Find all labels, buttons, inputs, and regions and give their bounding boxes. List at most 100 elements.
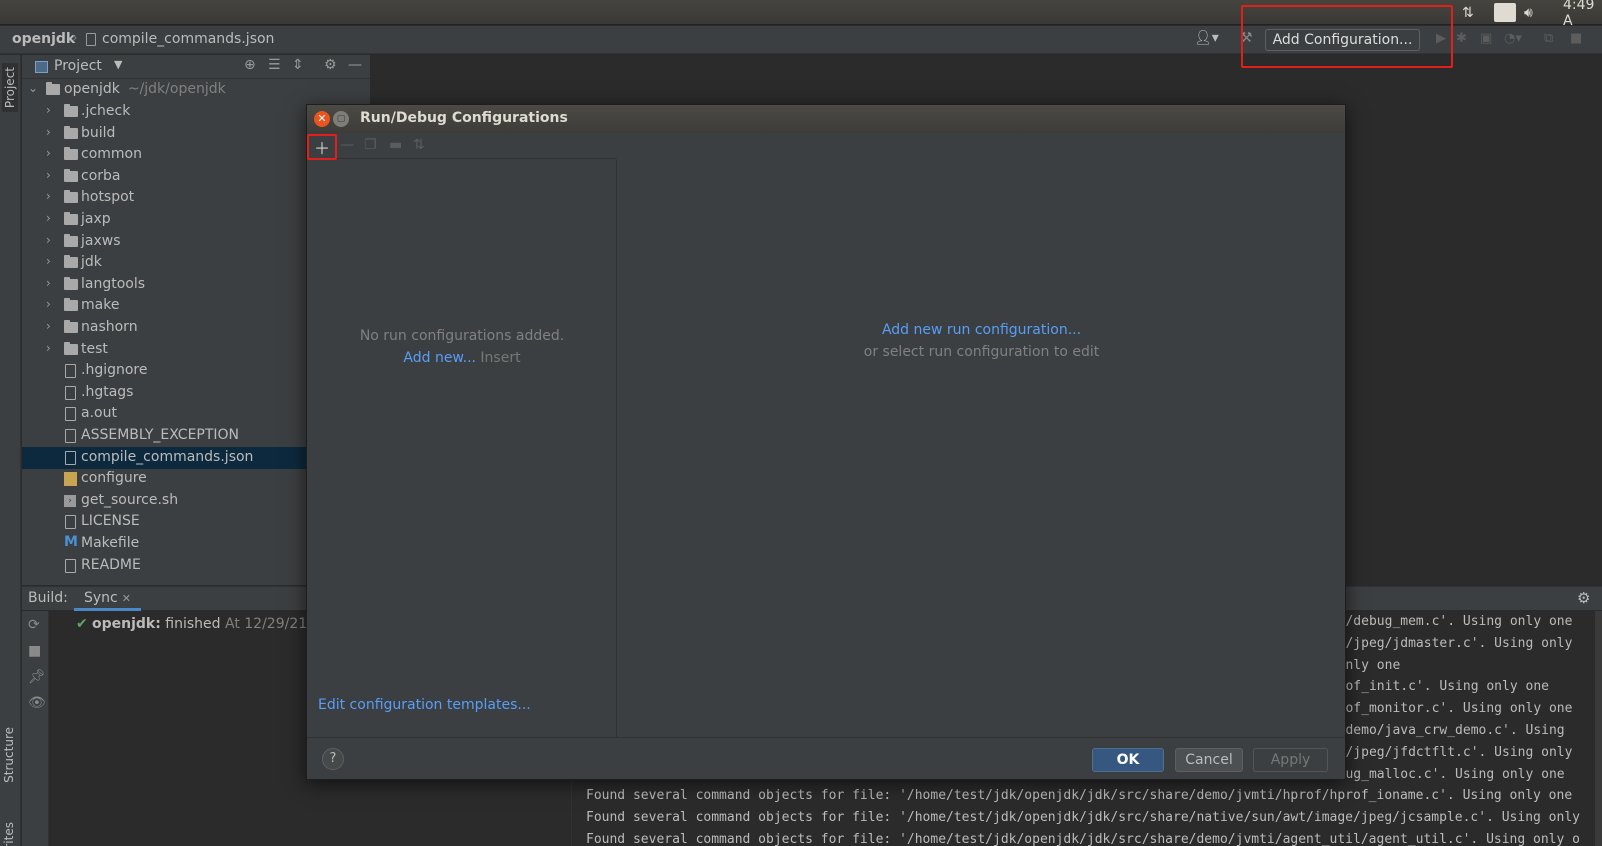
ok-button[interactable]: OK <box>1092 748 1164 772</box>
chevron-right-icon[interactable]: › <box>46 341 51 355</box>
folder-icon <box>46 82 60 95</box>
project-view-title[interactable]: Project <box>54 58 102 74</box>
cancel-button[interactable]: Cancel <box>1175 748 1243 772</box>
build-hammer-icon[interactable]: ⚒ <box>1240 30 1253 46</box>
tree-item-label: .hgignore <box>81 362 148 379</box>
tree-item-label: .hgtags <box>81 383 134 400</box>
apply-button[interactable]: Apply <box>1253 748 1328 772</box>
file-icon <box>65 364 76 379</box>
edit-templates-link[interactable]: Edit configuration templates... <box>318 697 531 713</box>
add-new-run-configuration-text[interactable]: Add new run configuration... <box>882 322 1081 338</box>
add-new-run-configuration-link: Add new run configuration... <box>618 322 1345 338</box>
remove-icon[interactable]: — <box>340 137 354 153</box>
minimize-icon[interactable]: — <box>348 57 362 73</box>
stop-icon[interactable]: ■ <box>28 643 41 659</box>
chevron-right-icon[interactable]: › <box>46 254 51 268</box>
help-button[interactable]: ? <box>322 748 344 770</box>
left-tool-strip: Project Structure Favorites <box>0 55 21 846</box>
build-label: Build: <box>28 590 68 606</box>
build-toolbar: ⟳ ■ 📌︎ 👁︎ <box>22 611 49 846</box>
config-file-icon <box>64 472 77 487</box>
chevron-right-icon[interactable]: › <box>46 189 51 203</box>
chevron-right-icon[interactable]: › <box>46 103 51 117</box>
breadcrumb-separator: › <box>72 30 78 46</box>
tree-item-label: compile_commands.json <box>81 448 254 465</box>
network-icon[interactable]: ⇅ <box>1462 3 1474 22</box>
tab-structure[interactable]: Structure <box>2 727 16 783</box>
maximize-window-button[interactable]: ▢ <box>333 111 349 127</box>
or-select-hint: or select run configuration to edit <box>863 344 1100 360</box>
chevron-down-icon[interactable]: ⌄ <box>28 81 38 95</box>
tree-item-label: jaxp <box>81 211 111 227</box>
close-window-button[interactable]: ✕ <box>314 111 330 127</box>
breadcrumb-file[interactable]: compile_commands.json <box>102 31 274 47</box>
refresh-icon[interactable]: ⟳ <box>28 617 40 633</box>
tab-favorites[interactable]: Favorites <box>2 822 16 846</box>
collapse-all-icon[interactable]: ⇕ <box>292 57 304 73</box>
debug-icon[interactable]: ✱ <box>1456 31 1467 46</box>
add-new-link[interactable]: Add new... <box>403 350 476 366</box>
tree-item-label: LICENSE <box>81 513 140 530</box>
folder-icon <box>64 168 78 182</box>
log-line: rw_demo/java_crw_demo.c'. Using <box>1322 723 1565 738</box>
chevron-right-icon[interactable]: › <box>46 276 51 290</box>
chevron-right-icon[interactable]: › <box>46 211 51 225</box>
breadcrumb-project[interactable]: openjdk <box>12 31 75 47</box>
root-path: ~/jdk/openjdk <box>127 81 226 97</box>
tree-item-label: corba <box>81 167 121 184</box>
log-scrollbar[interactable] <box>1595 611 1602 846</box>
gear-icon[interactable]: ⚙ <box>324 57 337 73</box>
folder-icon[interactable]: ▬ <box>389 137 402 153</box>
keyboard-language-indicator[interactable]: En <box>1494 3 1516 22</box>
sort-icon[interactable]: ⇅ <box>413 137 425 153</box>
tree-item-label: a.out <box>81 405 117 422</box>
chevron-down-icon[interactable]: ▼ <box>114 58 122 71</box>
folder-icon <box>64 147 78 161</box>
tree-item-label: ASSEMBLY_EXCEPTION <box>81 427 240 443</box>
coverage-icon[interactable]: ▣ <box>1480 31 1492 46</box>
profile-icon[interactable]: ◔▾ <box>1504 31 1522 46</box>
pin-icon[interactable]: 📌︎ <box>28 669 46 685</box>
folder-icon <box>64 125 78 139</box>
run-icon[interactable]: ▶ <box>1436 31 1446 46</box>
folder-icon <box>64 233 78 247</box>
close-icon[interactable]: ✕ <box>122 592 131 605</box>
gear-icon[interactable]: ⚙ <box>1577 589 1590 607</box>
file-icon <box>65 429 76 443</box>
copy-icon[interactable]: ❐ <box>364 137 377 153</box>
chevron-right-icon[interactable]: › <box>46 146 51 160</box>
chevron-right-icon[interactable]: › <box>46 319 51 333</box>
volume-icon[interactable]: 🔊︎ <box>1524 3 1533 22</box>
add-icon[interactable]: ＋ <box>314 135 330 159</box>
tab-project[interactable]: Project <box>2 63 18 113</box>
build-status-text: finished <box>165 616 221 632</box>
tree-item-label: build <box>81 124 116 141</box>
user-icon[interactable]: 👤︎▾ <box>1194 30 1219 46</box>
tab-sync[interactable]: Sync ✕ <box>74 587 141 611</box>
tree-root[interactable]: ⌄ openjdk ~/jdk/openjdk <box>22 79 370 101</box>
run-debug-configurations-dialog: ✕ ▢ Run/Debug Configurations ＋ — ❐ ▬ ⇅ N… <box>306 104 1346 780</box>
locate-icon[interactable]: ⊕ <box>244 57 256 73</box>
expand-all-icon[interactable]: ☰ <box>268 57 281 73</box>
folder-icon <box>64 104 78 117</box>
shell-script-icon: › <box>64 494 76 507</box>
build-status-time: At 12/29/21, <box>225 616 312 632</box>
stop-icon[interactable]: ■ <box>1570 31 1582 46</box>
chevron-right-icon[interactable]: › <box>46 125 51 139</box>
clock[interactable]: 4:49 A <box>1563 0 1602 29</box>
insert-shortcut-hint: Insert <box>480 350 521 366</box>
dialog-button-bar: ? OK Cancel Apply <box>307 737 1345 779</box>
configurations-toolbar: ＋ — ❐ ▬ ⇅ <box>307 134 617 159</box>
attach-icon[interactable]: ⧉ <box>1544 31 1553 46</box>
chevron-right-icon[interactable]: › <box>46 168 51 182</box>
tree-item-label: Makefile <box>81 535 140 551</box>
add-configuration-button[interactable]: Add Configuration... <box>1265 29 1420 51</box>
build-status-row[interactable]: openjdk: finished At 12/29/21, <box>92 616 312 632</box>
tree-item-label: get_source.sh <box>81 491 179 508</box>
eye-icon[interactable]: 👁︎ <box>28 695 46 711</box>
tree-item-label: nashorn <box>81 319 138 335</box>
file-icon <box>65 515 76 530</box>
chevron-right-icon[interactable]: › <box>46 233 51 247</box>
chevron-right-icon[interactable]: › <box>46 297 51 311</box>
file-icon <box>86 33 96 46</box>
